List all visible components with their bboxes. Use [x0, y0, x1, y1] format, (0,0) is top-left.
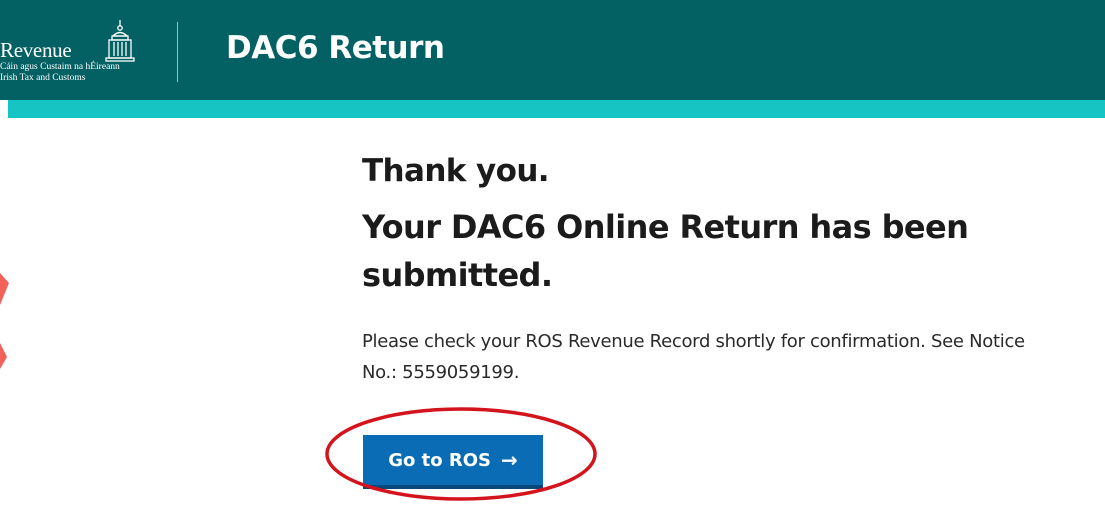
logo-wordmark: Revenue	[0, 38, 72, 62]
revenue-logo[interactable]: Revenue Cáin agus Custaim na hÉireann Ir…	[0, 20, 160, 90]
arrow-right-icon: →	[501, 448, 518, 472]
logo-subtitle-irish: Cáin agus Custaim na hÉireann	[0, 62, 120, 72]
header-divider	[177, 22, 178, 82]
notice-text: Please check your ROS Revenue Record sho…	[362, 331, 1025, 383]
app-title: DAC6 Return	[226, 30, 445, 66]
header-accent-bar	[8, 100, 1105, 118]
custom-house-crest-icon	[105, 20, 135, 62]
annotation-edge-mark	[0, 273, 9, 369]
site-header: Revenue Cáin agus Custaim na hÉireann Ir…	[0, 0, 1105, 100]
go-to-ros-label: Go to ROS	[388, 449, 491, 471]
submission-confirmation-heading: Your DAC6 Online Return has been submitt…	[362, 208, 969, 294]
page: Revenue Cáin agus Custaim na hÉireann Ir…	[0, 0, 1105, 509]
go-to-ros-button[interactable]: Go to ROS →	[363, 435, 543, 489]
logo-subtitle-english: Irish Tax and Customs	[0, 73, 86, 83]
thank-you-heading: Thank you.	[362, 153, 550, 189]
